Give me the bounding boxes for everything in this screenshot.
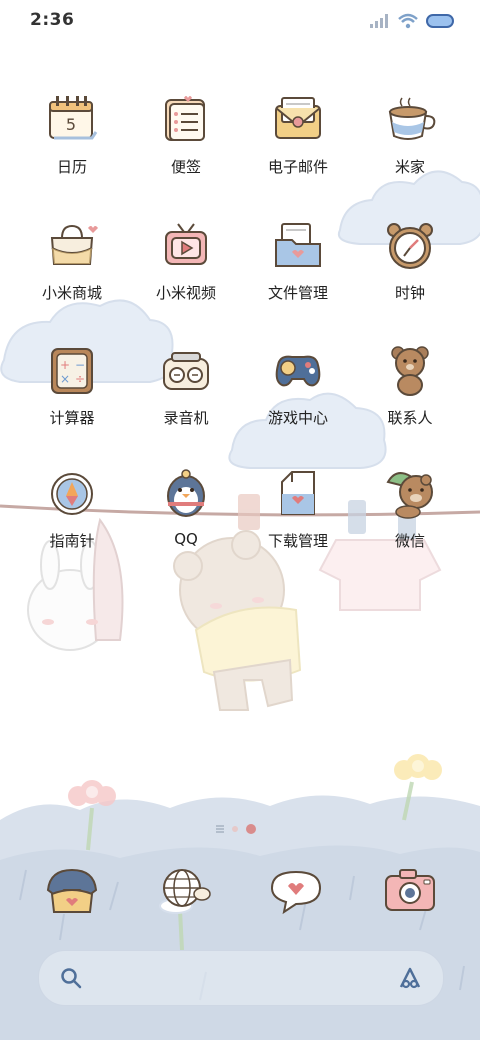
- tv-icon: [165, 223, 207, 265]
- app-calendar[interactable]: 5 日历: [16, 92, 128, 202]
- milk-carton-icon: [281, 471, 315, 515]
- app-mi-store[interactable]: 小米商城: [16, 218, 128, 328]
- app-label: 游戏中心: [267, 409, 328, 427]
- clock-time: 2:36: [30, 10, 75, 30]
- app-mi-video[interactable]: 小米视频: [130, 218, 242, 328]
- app-calculator[interactable]: + − × ÷ 计算器: [16, 343, 128, 453]
- app-game-center[interactable]: 游戏中心: [242, 343, 354, 453]
- app-recorder[interactable]: 录音机: [130, 343, 242, 453]
- status-icons: [370, 12, 456, 30]
- app-qq[interactable]: QQ: [130, 466, 242, 576]
- app-label: 小米视频: [155, 284, 216, 302]
- penguin-icon: [167, 469, 205, 517]
- phone-icon[interactable]: [42, 860, 102, 920]
- page-dot-2[interactable]: [246, 824, 256, 834]
- svg-text:+: +: [60, 358, 70, 372]
- radio-icon: [163, 352, 209, 390]
- app-label: 计算器: [49, 409, 95, 427]
- app-label: 时钟: [394, 284, 425, 302]
- app-label: 小米商城: [41, 284, 102, 302]
- app-downloads[interactable]: 下载管理: [242, 466, 354, 576]
- assistant-icon[interactable]: [397, 965, 423, 991]
- app-label: 微信: [394, 532, 425, 550]
- globe-icon[interactable]: [152, 860, 212, 920]
- svg-text:÷: ÷: [75, 372, 85, 386]
- app-label: 录音机: [163, 409, 209, 427]
- app-email[interactable]: 电子邮件: [242, 92, 354, 202]
- app-label: QQ: [174, 530, 198, 548]
- chat-heart-icon[interactable]: [266, 860, 326, 920]
- app-label: 便签: [170, 158, 201, 176]
- search-icon[interactable]: [59, 966, 83, 990]
- calendar-day: 5: [66, 115, 76, 134]
- app-mi-home[interactable]: 米家: [354, 92, 466, 202]
- coffee-cup-icon: [388, 97, 436, 140]
- battery-icon: [426, 14, 454, 28]
- camera-icon[interactable]: [380, 860, 440, 920]
- app-label: 日历: [56, 158, 87, 176]
- app-notes[interactable]: 便签: [130, 92, 242, 202]
- gamepad-icon: [275, 355, 321, 387]
- compass-icon: [51, 473, 93, 515]
- app-contacts[interactable]: 联系人: [354, 343, 466, 453]
- bear-icon: [391, 346, 429, 396]
- wifi-icon: [398, 13, 418, 29]
- calculator-icon: + − × ÷: [51, 348, 93, 394]
- svg-text:×: ×: [60, 372, 70, 386]
- app-label: 下载管理: [267, 532, 328, 550]
- notes-icon: [165, 96, 205, 141]
- page-dot-1[interactable]: [232, 826, 238, 832]
- app-label: 文件管理: [267, 284, 328, 302]
- email-icon: [275, 97, 321, 139]
- calendar-icon: 5: [49, 96, 98, 140]
- app-label: 指南针: [49, 532, 95, 550]
- app-file-manager[interactable]: 文件管理: [242, 218, 354, 328]
- app-label: 联系人: [387, 409, 433, 427]
- folder-icon: [275, 223, 321, 267]
- app-wechat[interactable]: 微信: [354, 466, 466, 576]
- menu-lines-icon: [216, 825, 224, 833]
- svg-text:−: −: [75, 358, 85, 372]
- app-label: 电子邮件: [267, 158, 328, 176]
- status-bar: 2:36: [0, 0, 480, 44]
- alarm-clock-icon: [387, 223, 433, 269]
- app-clock[interactable]: 时钟: [354, 218, 466, 328]
- app-compass[interactable]: 指南针: [16, 466, 128, 576]
- search-bar[interactable]: [38, 950, 444, 1006]
- shopping-bag-icon: [50, 224, 98, 265]
- signal-icon: [370, 14, 388, 28]
- app-label: 米家: [394, 158, 425, 176]
- bear-with-hat-icon: [386, 472, 433, 519]
- page-indicator[interactable]: [216, 822, 256, 836]
